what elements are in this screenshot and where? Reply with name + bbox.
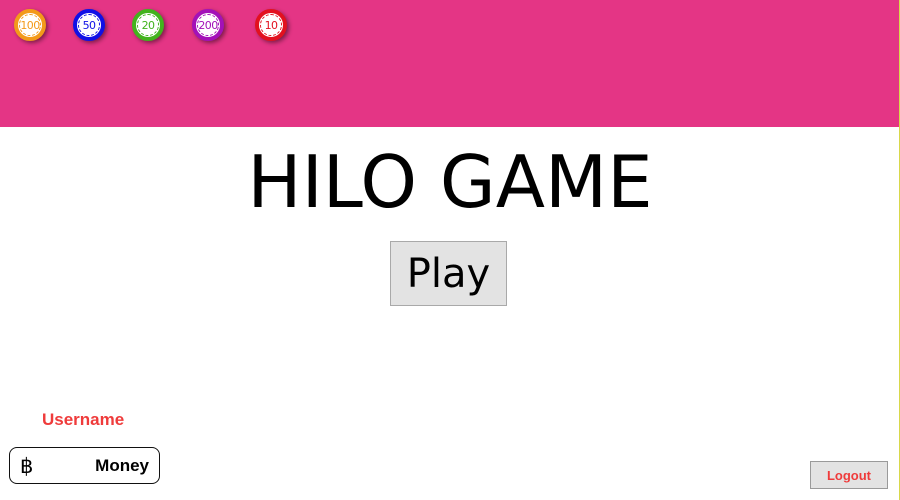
logout-button[interactable]: Logout — [810, 461, 888, 489]
game-title: HILO GAME — [247, 140, 653, 224]
play-button[interactable]: Play — [390, 241, 507, 306]
chip-50-value: 50 — [78, 14, 100, 36]
chip-100[interactable]: 100 — [14, 9, 46, 41]
money-label: Money — [95, 456, 149, 475]
chip-200[interactable]: 200 — [192, 9, 224, 41]
chip-10-value: 10 — [260, 14, 282, 36]
chip-20-value: 20 — [137, 14, 159, 36]
baht-icon: ฿ — [20, 454, 34, 478]
chip-100-value: 100 — [19, 14, 41, 36]
chip-200-value: 200 — [197, 14, 219, 36]
chip-10[interactable]: 10 — [255, 9, 287, 41]
top-banner: 100 50 20 200 10 — [0, 0, 900, 127]
money-display: ฿ Money — [9, 447, 160, 484]
hilo-game-page: 100 50 20 200 10 HILO GAME Play Username… — [0, 0, 900, 500]
username-label: Username — [42, 410, 125, 429]
chip-20[interactable]: 20 — [132, 9, 164, 41]
chip-50[interactable]: 50 — [73, 9, 105, 41]
